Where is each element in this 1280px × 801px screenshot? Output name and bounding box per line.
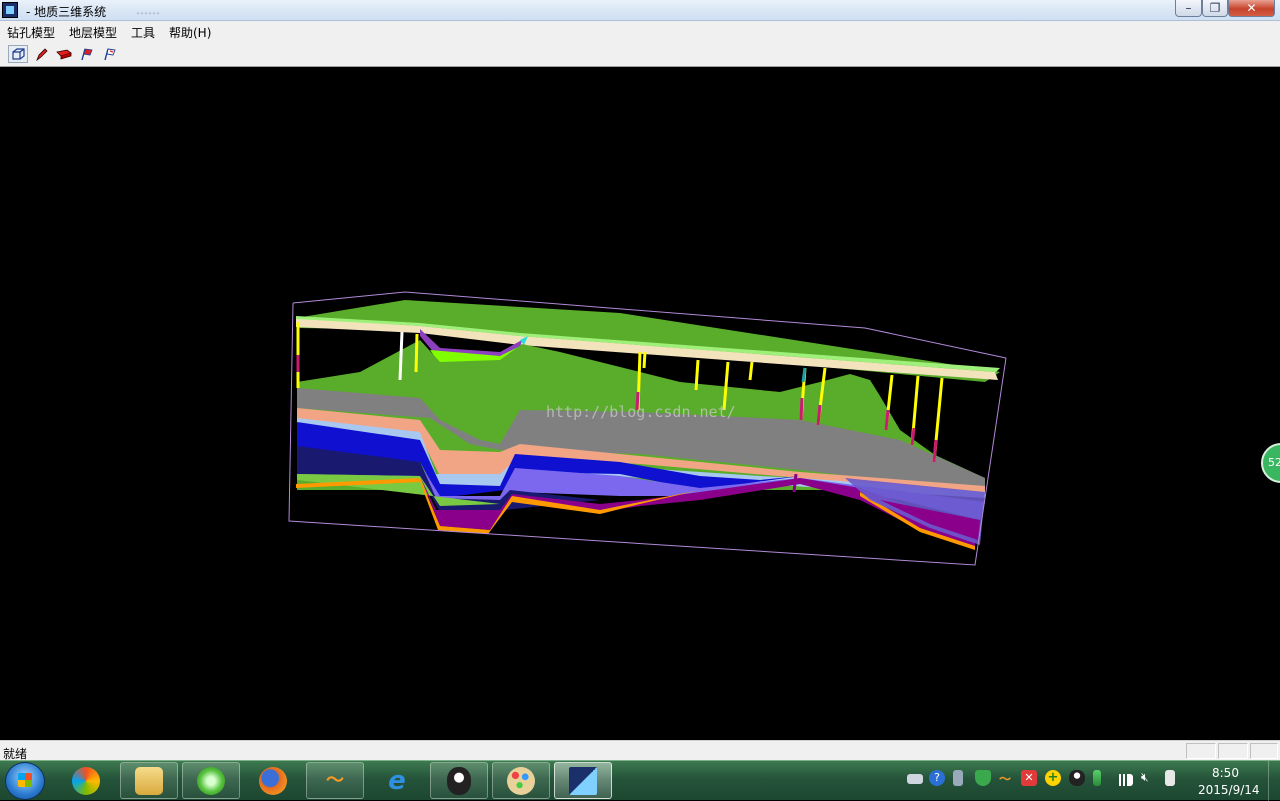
taskbar-app-paint[interactable] [492,762,550,799]
status-pane-3 [1250,743,1278,759]
help-icon[interactable]: ? [929,770,945,786]
volume-mute-icon[interactable]: 🔇︎ [1141,770,1157,786]
flag-white-icon [104,48,116,61]
file-explorer-icon [135,766,163,795]
watermark-text: http://blog.csdn.net/ [546,403,736,421]
minimize-button[interactable]: – [1175,0,1202,17]
taskbar-app-file-explorer[interactable] [120,762,178,799]
toolbar [0,41,1280,67]
taskbar-app-green-refresh[interactable] [182,762,240,799]
title-bar: - 地质三维系统 …… – ❐ ✕ [0,0,1280,21]
taskbar-app-firefox[interactable] [244,762,302,799]
battery-icon[interactable] [1165,770,1175,786]
flag-white-button[interactable] [100,45,120,63]
clock-time[interactable]: 8:50 [1212,766,1239,780]
menu-borehole-model[interactable]: 钻孔模型 [7,24,55,41]
ie-icon: e [388,765,406,796]
menu-bar: 钻孔模型 地层模型 工具 帮助(H) [0,21,1280,41]
taskbar-app-qq[interactable] [430,762,488,799]
red-x-icon[interactable]: ✕ [1021,770,1037,786]
taskbar-app-ie[interactable]: e [368,762,426,799]
box-view-button[interactable] [8,45,28,63]
qq-tray-icon[interactable] [1069,770,1085,786]
drill-pen-button[interactable] [31,45,51,63]
taskbar-app-geology[interactable] [554,762,612,799]
show-desktop-button[interactable] [1268,761,1280,801]
taskbar: 〜 e ? 〜 ✕ + 🔇︎ 8:50 2015/9/14 [0,760,1280,801]
layer-red-icon [56,49,72,60]
box-view-icon [12,48,25,60]
flag-red-icon [81,48,93,61]
window-title: - 地质三维系统 [26,5,107,19]
taskbar-app-photo-viewer[interactable] [57,762,115,799]
maximize-button[interactable]: ❐ [1202,0,1228,17]
shield-icon[interactable] [975,770,991,786]
window-title-extra: …… [136,3,160,17]
app-icon[interactable] [2,2,18,18]
shield-small-icon[interactable] [1093,770,1101,786]
start-button[interactable] [5,762,45,800]
wifi-signal-icon[interactable] [1117,774,1133,786]
status-pane-2 [1218,743,1248,759]
status-pane-1 [1186,743,1216,759]
qq-icon [447,766,471,795]
geology-app-icon [569,766,597,795]
taskbar-app-wo[interactable]: 〜 [306,762,364,799]
status-bar: 就绪 [0,740,1280,761]
firefox-icon [259,766,287,795]
wo-app-icon: 〜 [326,769,344,791]
network-icon[interactable] [953,770,963,786]
menu-help[interactable]: 帮助(H) [169,24,211,41]
menu-tools[interactable]: 工具 [131,24,155,41]
wo-tray-icon[interactable]: 〜 [999,770,1015,786]
close-button[interactable]: ✕ [1228,0,1275,17]
keyboard-icon[interactable] [907,774,923,784]
flag-red-button[interactable] [77,45,97,63]
layer-red-button[interactable] [54,45,74,63]
photo-viewer-icon [72,766,100,795]
plus-icon[interactable]: + [1045,770,1061,786]
clock-date[interactable]: 2015/9/14 [1198,783,1260,797]
paint-icon [507,766,535,795]
model-viewport[interactable]: http://blog.csdn.net/ [1,67,1279,739]
green-refresh-icon [197,766,225,795]
menu-stratum-model[interactable]: 地层模型 [69,24,117,41]
drill-pen-icon [36,48,48,61]
